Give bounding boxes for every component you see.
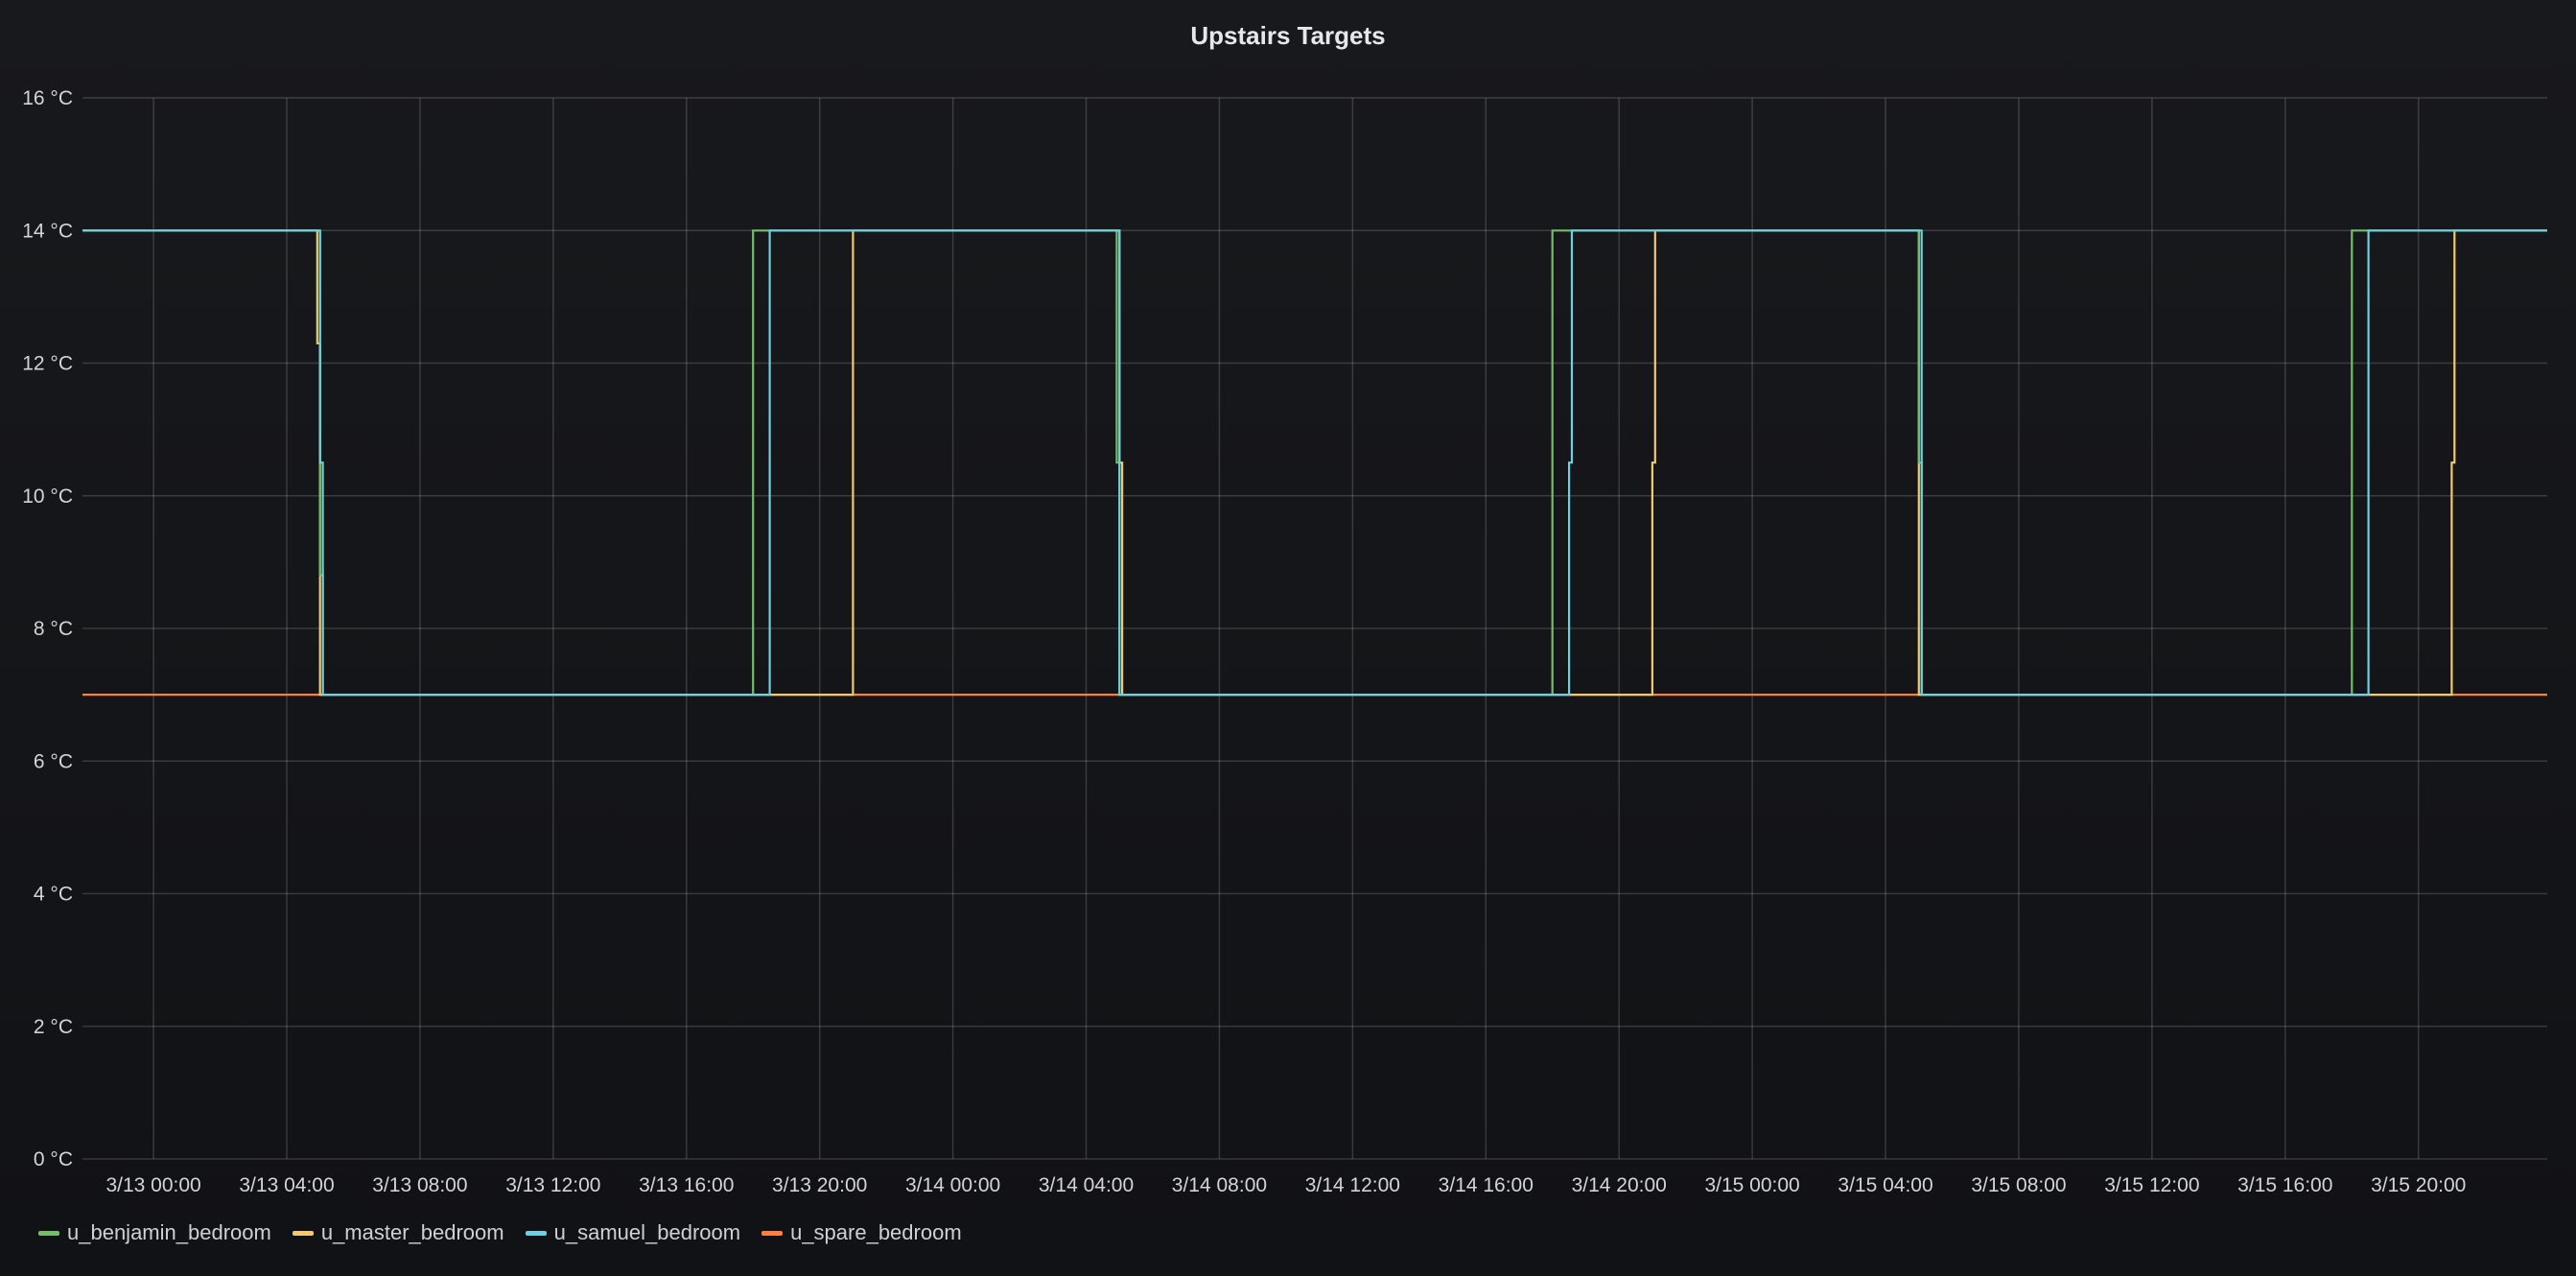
y-tick-label: 16 °C xyxy=(22,87,73,109)
y-tick-label: 0 °C xyxy=(34,1148,73,1170)
x-tick-label: 3/13 16:00 xyxy=(639,1174,734,1196)
y-tick-label: 12 °C xyxy=(22,353,73,375)
series-line-u_master_bedroom xyxy=(82,229,2547,697)
x-tick-label: 3/13 08:00 xyxy=(372,1174,467,1196)
legend-label: u_benjamin_bedroom xyxy=(67,1220,271,1244)
x-tick-label: 3/15 20:00 xyxy=(2371,1174,2466,1196)
x-tick-label: 3/14 12:00 xyxy=(1305,1174,1400,1196)
x-tick-label: 3/14 16:00 xyxy=(1439,1174,1534,1196)
chart-svg: 0 °C 2 °C 4 °C 6 °C 8 °C 10 °C 12 °C 14 °C 16 °C… xyxy=(22,87,2547,1196)
y-tick-label: 4 °C xyxy=(34,884,73,906)
x-tick-label: 3/15 16:00 xyxy=(2237,1174,2332,1196)
legend-item[interactable]: u_samuel_bedroom xyxy=(525,1220,741,1245)
legend-item[interactable]: u_spare_bedroom xyxy=(761,1220,962,1245)
chart-panel: Upstairs Targets 0 °C 2 °C 4 °C 6 °C 8 °C 10 … xyxy=(0,0,2576,1276)
legend-label: u_master_bedroom xyxy=(320,1220,504,1244)
legend-swatch xyxy=(292,1230,314,1236)
legend-label: u_spare_bedroom xyxy=(790,1220,962,1244)
y-tick-label: 10 °C xyxy=(22,485,73,508)
legend-swatch xyxy=(761,1230,784,1236)
legend-item[interactable]: u_benjamin_bedroom xyxy=(38,1220,271,1245)
x-tick-label: 3/14 20:00 xyxy=(1572,1174,1667,1196)
x-tick-label: 3/15 08:00 xyxy=(1971,1174,2066,1196)
x-tick-label: 3/15 12:00 xyxy=(2104,1174,2199,1196)
x-tick-label: 3/14 08:00 xyxy=(1172,1174,1267,1196)
legend: u_benjamin_bedroom u_master_bedroom u_samu… xyxy=(38,1220,962,1245)
y-tick-label: 8 °C xyxy=(34,618,73,640)
x-tick-label: 3/13 00:00 xyxy=(105,1174,200,1196)
series-line-u_benjamin_bedroom xyxy=(82,229,2547,697)
legend-swatch xyxy=(525,1230,547,1236)
y-tick-label: 14 °C xyxy=(22,220,73,242)
series-line-u_samuel_bedroom xyxy=(82,229,2547,697)
x-tick-label: 3/13 20:00 xyxy=(772,1174,867,1196)
x-tick-label: 3/15 04:00 xyxy=(1838,1174,1932,1196)
legend-label: u_samuel_bedroom xyxy=(553,1220,741,1244)
y-tick-label: 2 °C xyxy=(34,1016,73,1038)
x-tick-label: 3/13 12:00 xyxy=(505,1174,600,1196)
legend-item[interactable]: u_master_bedroom xyxy=(292,1220,504,1245)
legend-swatch xyxy=(38,1230,59,1236)
x-tick-label: 3/15 00:00 xyxy=(1704,1174,1799,1196)
y-tick-label: 6 °C xyxy=(34,750,73,772)
x-tick-label: 3/14 04:00 xyxy=(1039,1174,1134,1196)
x-tick-label: 3/13 04:00 xyxy=(239,1174,334,1196)
x-tick-label: 3/14 00:00 xyxy=(905,1174,1000,1196)
